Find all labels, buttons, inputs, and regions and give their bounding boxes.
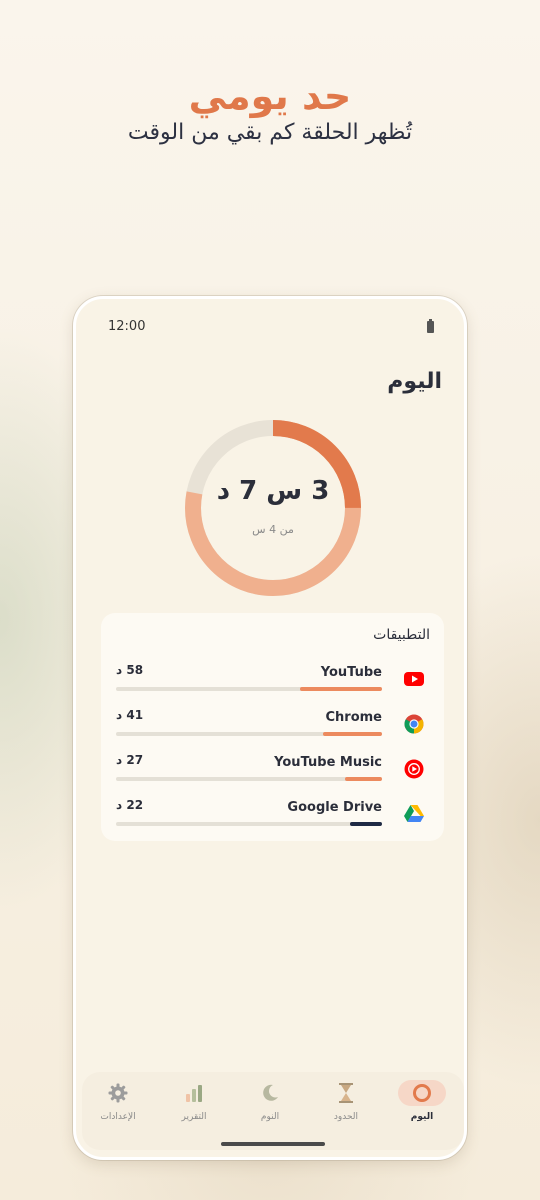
app-name: YouTube Music [274, 755, 382, 770]
usage-bar [299, 687, 382, 691]
limit-total: من 4 س [252, 523, 294, 536]
home-indicator[interactable] [221, 1142, 325, 1146]
app-row-chrome[interactable]: Chrome 41 د [101, 708, 444, 753]
app-name: YouTube [320, 665, 382, 680]
usage-track [116, 822, 382, 826]
usage-track [116, 777, 382, 781]
promo-subhead: تُظهر الحلقة كم بقي من الوقت [127, 120, 413, 145]
page-title: اليوم [387, 369, 442, 394]
app-time: 41 د [116, 708, 144, 722]
nav-limits[interactable]: الحدود [308, 1078, 384, 1138]
usage-track [116, 732, 382, 736]
app-row-youtube[interactable]: YouTube 58 د [101, 663, 444, 708]
promo-headline: حد يومي [188, 74, 352, 118]
nav-sleep[interactable]: النوم [232, 1078, 308, 1138]
app-time: 27 د [116, 753, 144, 767]
battery-icon [427, 319, 434, 333]
app-row-google-drive[interactable]: Google Drive 22 د [101, 798, 444, 843]
nav-label: التقرير [181, 1112, 207, 1122]
remaining-time: 3 س 7 د [216, 476, 330, 506]
app-name: Chrome [325, 710, 382, 725]
chrome-icon [404, 714, 424, 734]
nav-label: اليوم [410, 1112, 434, 1122]
status-time: 12:00 [108, 319, 146, 334]
gear-icon [94, 1080, 142, 1106]
nav-label: الإعدادات [100, 1112, 136, 1122]
nav-label: النوم [260, 1112, 280, 1122]
bar-chart-icon [170, 1080, 218, 1106]
nav-today[interactable]: اليوم [384, 1078, 460, 1138]
usage-bar [323, 732, 382, 736]
usage-track [116, 687, 382, 691]
nav-report[interactable]: التقرير [156, 1078, 232, 1138]
youtube-music-icon [404, 759, 424, 779]
phone-frame: 12:00 اليوم 3 س 7 د من 4 س التطبيقات You… [73, 296, 467, 1160]
google-drive-icon [404, 804, 424, 824]
nav-settings[interactable]: الإعدادات [80, 1078, 156, 1138]
usage-bar [350, 822, 382, 826]
apps-card: التطبيقات YouTube 58 د Chrome 41 د YouTu… [101, 613, 444, 841]
usage-bar [344, 777, 382, 781]
youtube-icon [404, 669, 424, 689]
app-time: 58 د [116, 663, 144, 677]
app-name: Google Drive [287, 800, 382, 815]
ring-icon [398, 1080, 446, 1106]
apps-title: التطبيقات [373, 627, 430, 643]
app-row-youtube-music[interactable]: YouTube Music 27 د [101, 753, 444, 798]
nav-label: الحدود [333, 1112, 359, 1122]
app-time: 22 د [116, 798, 144, 812]
hourglass-icon [322, 1080, 370, 1106]
moon-icon [246, 1080, 294, 1106]
daily-limit-ring [183, 418, 363, 598]
ring-svg [185, 420, 361, 596]
bottom-nav: اليوم الحدود النوم التقرير الإعدادات [82, 1072, 464, 1150]
